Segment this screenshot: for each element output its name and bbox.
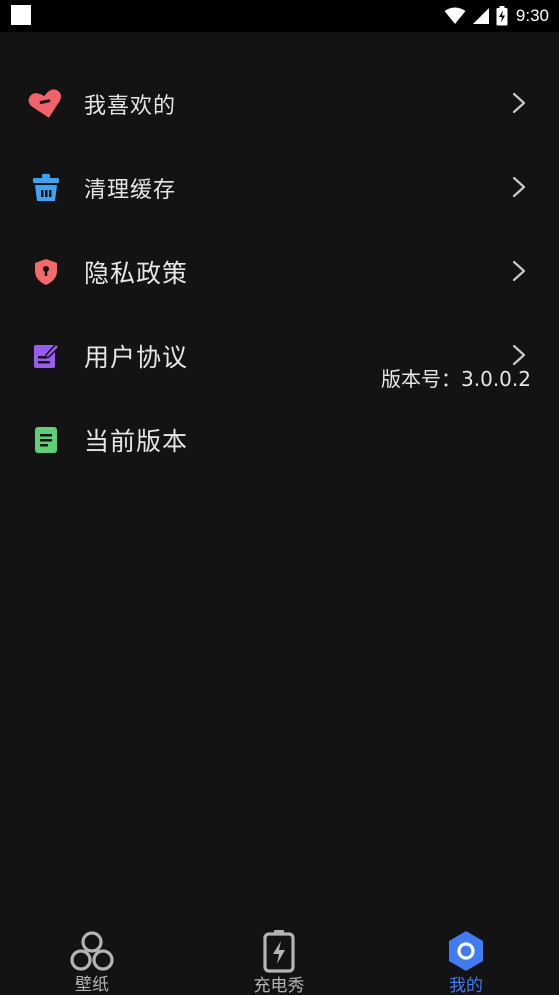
menu-item-label: 当前版本: [84, 427, 189, 456]
heart-icon: [28, 86, 64, 122]
version-number: 版本号：3.0.0.2: [381, 367, 531, 391]
menu-item-clear-cache[interactable]: 清理缓存: [0, 144, 559, 228]
chevron-right-icon: [512, 92, 526, 114]
menu-item-label: 用户协议: [84, 343, 189, 372]
trash-basket-icon: [28, 170, 64, 206]
nav-label: 我的: [449, 976, 483, 995]
shield-lock-icon: [28, 254, 64, 290]
menu-item-label: 清理缓存: [84, 178, 177, 203]
clock: 9:30: [515, 6, 549, 25]
wifi-icon: [444, 7, 466, 24]
menu-item-label: 隐私政策: [84, 259, 189, 288]
document-icon: [28, 422, 64, 458]
hexagon-profile-icon: [443, 929, 489, 973]
nav-tab-wallpaper[interactable]: 壁纸: [32, 913, 152, 995]
edit-document-icon: [28, 338, 64, 374]
settings-menu: 我喜欢的 清理缓存 隐私政策 用户协议 当前版本: [0, 60, 559, 480]
battery-charging-icon: [496, 6, 508, 26]
menu-item-current-version: 当前版本: [0, 396, 559, 480]
status-indicators: 9:30: [444, 4, 549, 28]
notification-icon: [11, 5, 31, 25]
clover-icon: [69, 929, 115, 972]
battery-bolt-icon: [256, 929, 302, 973]
chevron-right-icon: [512, 176, 526, 198]
signal-icon: [472, 8, 489, 24]
menu-item-label: 我喜欢的: [84, 94, 177, 119]
bottom-navigation: 壁纸 充电秀 我的: [0, 913, 559, 995]
chevron-right-icon: [512, 260, 526, 282]
app-screen: 9:30 我喜欢的 清理缓存 隐私政策 用户协议 当前版本 版本号：3.0.0.…: [0, 0, 559, 995]
status-bar: 9:30: [0, 0, 559, 32]
menu-item-privacy-policy[interactable]: 隐私政策: [0, 228, 559, 312]
nav-label: 充电秀: [253, 976, 305, 995]
nav-label: 壁纸: [75, 975, 109, 995]
menu-item-favorites[interactable]: 我喜欢的: [0, 60, 559, 144]
nav-tab-charging-show[interactable]: 充电秀: [219, 913, 339, 995]
nav-tab-mine[interactable]: 我的: [406, 913, 526, 995]
